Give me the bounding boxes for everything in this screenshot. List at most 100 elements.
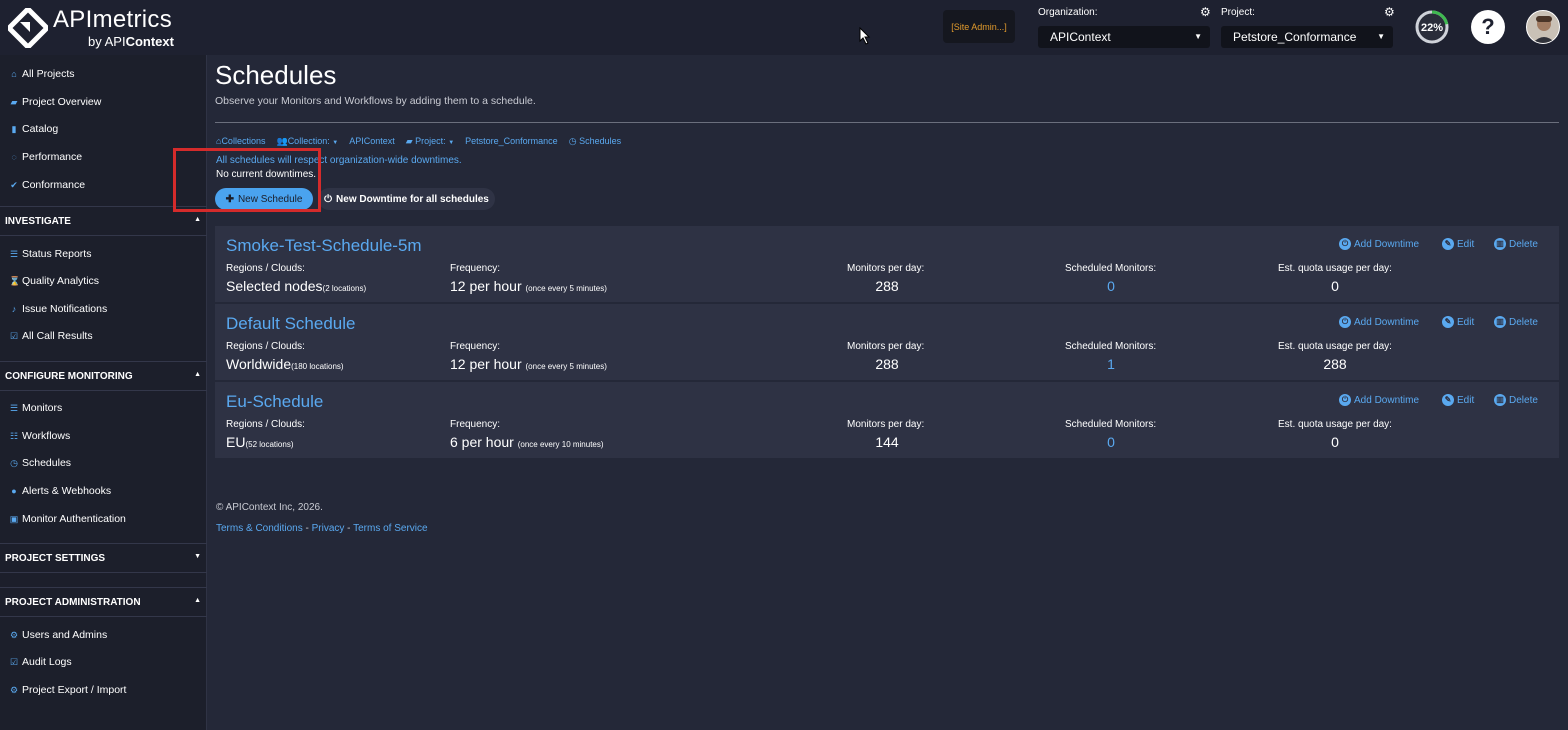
edit-button[interactable]: ✎ Edit — [1442, 316, 1474, 328]
frequency-label: Frequency: — [450, 341, 501, 352]
sidebar-item-project-overview[interactable]: ▰ Project Overview — [9, 96, 102, 108]
pencil-icon: ✎ — [1442, 316, 1454, 328]
add-downtime-button[interactable]: ⏻ Add Downtime — [1339, 238, 1419, 250]
monitors-per-day-value: 288 — [875, 356, 899, 372]
page-title: Schedules — [215, 60, 337, 90]
sidebar-item-label: Monitors — [22, 402, 63, 414]
sidebar-item-schedules[interactable]: ◷ Schedules — [9, 457, 71, 469]
clock-icon: ◷ — [568, 136, 577, 146]
trash-icon: ▥ — [1494, 238, 1506, 250]
frequency-detail: (once every 5 minutes) — [525, 284, 607, 293]
terms-of-service-link[interactable]: Terms of Service — [353, 523, 427, 534]
top-bar: APImetrics by APIContext [Site Admin...]… — [0, 0, 1568, 55]
sidebar-item-quality-analytics[interactable]: ⌛ Quality Analytics — [9, 275, 99, 287]
sidebar-item-monitor-authentication[interactable]: ▣ Monitor Authentication — [9, 513, 126, 525]
sidebar-item-project-export-import[interactable]: ⚙ Project Export / Import — [9, 684, 127, 696]
schedule-name-link[interactable]: Smoke-Test-Schedule-5m — [226, 236, 422, 256]
site-admin-button[interactable]: [Site Admin...] — [943, 10, 1015, 43]
trash-icon: ▥ — [1494, 316, 1506, 328]
section-configure-monitoring[interactable]: CONFIGURE MONITORING ▲ — [0, 361, 207, 391]
scheduled-monitors-link[interactable]: 1 — [1081, 356, 1141, 372]
quota-usage-ring[interactable]: 22% — [1415, 10, 1449, 44]
chevron-up-icon: ▲ — [194, 597, 201, 604]
sidebar-item-audit-logs[interactable]: ☑ Audit Logs — [9, 656, 72, 668]
new-downtime-all-button[interactable]: ⏻ New Downtime for all schedules — [318, 188, 495, 210]
breadcrumb-collection[interactable]: 👥Collection: ▼ — [276, 136, 338, 147]
privacy-link[interactable]: Privacy — [312, 523, 345, 534]
scheduled-monitors-link[interactable]: 0 — [1081, 434, 1141, 450]
delete-button[interactable]: ▥ Delete — [1494, 394, 1538, 406]
sidebar-item-users-and-admins[interactable]: ⚙ Users and Admins — [9, 629, 107, 641]
home-icon: ⌂ — [11, 69, 17, 79]
sidebar-item-issue-notifications[interactable]: ♪ Issue Notifications — [9, 303, 107, 315]
add-downtime-button[interactable]: ⏻ Add Downtime — [1339, 316, 1419, 328]
add-downtime-button[interactable]: ⏻ Add Downtime — [1339, 394, 1419, 406]
sidebar-item-label: Users and Admins — [22, 629, 108, 641]
list-icon: ☰ — [9, 248, 19, 259]
power-icon: ⏻ — [324, 193, 333, 205]
breadcrumb-schedules[interactable]: ◷ Schedules — [569, 136, 621, 147]
project-select[interactable]: Petstore_Conformance ▼ — [1221, 26, 1393, 48]
section-title: PROJECT SETTINGS — [5, 553, 106, 564]
organization-settings-gear-icon[interactable]: ⚙ — [1200, 5, 1211, 19]
new-downtime-all-label: New Downtime for all schedules — [336, 193, 489, 205]
frequency-value: 6 per hour (once every 10 minutes) — [450, 434, 604, 450]
edit-button[interactable]: ✎ Edit — [1442, 238, 1474, 250]
add-downtime-label: Add Downtime — [1354, 394, 1420, 406]
sidebar-item-catalog[interactable]: ▮ Catalog — [9, 123, 59, 135]
organization-select[interactable]: APIContext ▼ — [1038, 26, 1210, 48]
monitors-per-day-label: Monitors per day: — [847, 419, 925, 430]
regions-value: Worldwide(180 locations) — [226, 356, 344, 372]
section-project-settings[interactable]: PROJECT SETTINGS ▼ — [0, 543, 207, 573]
folder-icon: ▰ — [10, 96, 18, 107]
terms-link[interactable]: Terms & Conditions — [216, 523, 303, 534]
check-square-icon: ☑ — [9, 330, 19, 341]
delete-button[interactable]: ▥ Delete — [1494, 316, 1538, 328]
power-icon: ⏻ — [1339, 316, 1351, 328]
sidebar-item-status-reports[interactable]: ☰ Status Reports — [9, 248, 92, 260]
delete-button[interactable]: ▥ Delete — [1494, 238, 1538, 250]
project-settings-gear-icon[interactable]: ⚙ — [1384, 5, 1395, 19]
copyright-text: © APIContext Inc, 2026. — [216, 502, 323, 513]
frequency-label: Frequency: — [450, 263, 501, 274]
schedule-name-link[interactable]: Default Schedule — [226, 314, 355, 334]
breadcrumb-schedules-label: Schedules — [579, 136, 622, 146]
region-count: (52 locations) — [245, 440, 294, 449]
breadcrumb-project-value[interactable]: Petstore_Conformance — [465, 136, 558, 147]
scheduled-monitors-label: Scheduled Monitors: — [1065, 341, 1157, 352]
region-name: Selected nodes — [226, 278, 323, 294]
sidebar-item-all-projects[interactable]: ⌂ All Projects — [9, 68, 75, 80]
sidebar-item-monitors[interactable]: ☰ Monitors — [9, 402, 62, 414]
clock-icon: ◷ — [10, 457, 18, 468]
brand-name[interactable]: APImetrics — [53, 6, 172, 34]
schedule-card: Eu-Schedule ⏻ Add Downtime ✎ Edit ▥ Delete … — [215, 382, 1559, 458]
edit-label: Edit — [1457, 316, 1475, 328]
scheduled-monitors-link[interactable]: 0 — [1081, 278, 1141, 294]
help-icon[interactable]: ? — [1471, 10, 1505, 44]
flow-icon: ☷ — [9, 430, 19, 441]
sidebar-item-workflows[interactable]: ☷ Workflows — [9, 430, 70, 442]
avatar[interactable] — [1526, 10, 1560, 44]
breadcrumb-collection-value[interactable]: APIContext — [349, 136, 395, 147]
section-project-administration[interactable]: PROJECT ADMINISTRATION ▲ — [0, 587, 207, 617]
edit-button[interactable]: ✎ Edit — [1442, 394, 1474, 406]
sidebar-item-performance[interactable]: ◌ Performance — [9, 151, 82, 163]
breadcrumb-project[interactable]: ▰ Project: ▼ — [406, 136, 454, 147]
frequency-text: 12 per hour — [450, 356, 522, 372]
gear-icon: ⚙ — [9, 629, 19, 640]
breadcrumb-collections[interactable]: ⌂Collections — [216, 136, 265, 147]
check-square-icon: ☑ — [9, 656, 19, 667]
sidebar-item-label: Issue Notifications — [22, 303, 108, 315]
schedule-name-link[interactable]: Eu-Schedule — [226, 392, 323, 412]
breadcrumb-collections-label: Collections — [221, 136, 266, 146]
pencil-icon: ✎ — [1442, 394, 1454, 406]
sidebar-item-label: Conformance — [22, 179, 86, 191]
hourglass-icon: ⌛ — [9, 275, 21, 286]
sidebar-item-conformance[interactable]: ✔ Conformance — [9, 179, 85, 191]
lock-icon: ▣ — [9, 513, 19, 524]
sidebar-item-alerts-webhooks[interactable]: ● Alerts & Webhooks — [9, 485, 111, 497]
trash-icon: ▥ — [1494, 394, 1506, 406]
apimetrics-logo-icon[interactable] — [8, 8, 48, 48]
sidebar-item-all-call-results[interactable]: ☑ All Call Results — [9, 330, 93, 342]
sidebar-item-label: All Projects — [22, 68, 75, 80]
